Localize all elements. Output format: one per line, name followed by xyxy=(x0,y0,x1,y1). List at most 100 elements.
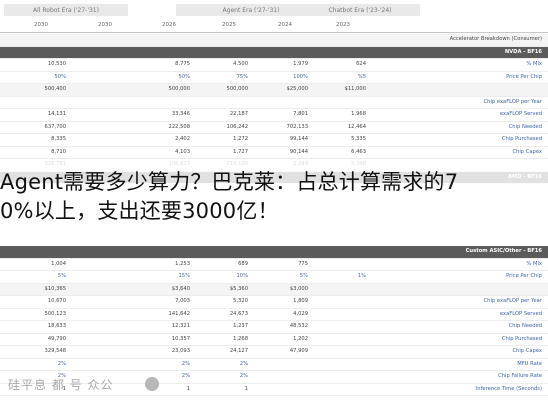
table-cell: 624 xyxy=(356,61,366,67)
table-cell: 2% xyxy=(239,360,248,367)
year-label: 2023 xyxy=(336,22,350,28)
table-cell: 24,673 xyxy=(229,310,248,317)
table-cell: 500,400 xyxy=(44,86,66,92)
table-cell: 4,500 xyxy=(233,61,248,67)
table-cell: 23,093 xyxy=(171,348,190,354)
table-cell: 500,000 xyxy=(168,86,190,92)
table-row: 500,123 141,642 24,673 4,029 exaFLOP Served xyxy=(0,309,548,321)
row-label: Custom ASIC/Other - BF16 xyxy=(465,248,542,254)
section-title-row: Accelerator Breakdown (Consumer) xyxy=(0,34,548,47)
table-cell: $11,000 xyxy=(344,86,366,92)
table-row: 10,670 7,003 5,320 1,809 Chip exaFLOP per Ye… xyxy=(0,296,548,309)
table-cell: 2,402 xyxy=(175,136,190,142)
row-label: Chip exaFLOP per Year xyxy=(483,298,542,304)
headline-line-2: 0%以上，支出还要3000亿！ xyxy=(0,199,279,223)
table-row: 49,790 10,357 1,268 1,202 Chip Purchased xyxy=(0,334,548,346)
table-cell: 1,202 xyxy=(293,335,308,342)
table-cell: 1,727 xyxy=(233,148,248,155)
table-row: $10,365 $3,640 $5,360 $3,000 xyxy=(0,283,548,296)
table-cell: $5,360 xyxy=(229,285,248,292)
spreadsheet-background: All Robot Era ('27-'31) Agent Era ('27-'… xyxy=(0,0,548,400)
table-cell: 2% xyxy=(239,373,248,379)
table-row: 1,004 1,253 689 775 % Mix xyxy=(0,259,548,271)
table-cell: 5% xyxy=(57,273,66,279)
table-cell: 10,670 xyxy=(47,298,66,304)
table-cell: 49,790 xyxy=(47,335,66,342)
table-cell: 50% xyxy=(54,73,66,80)
table-cell: 2% xyxy=(181,373,190,379)
table-cell: 4,103 xyxy=(175,148,190,155)
table-cell: 18,633 xyxy=(47,323,66,329)
table-cell: 1 xyxy=(186,385,190,392)
table-cell: 329,548 xyxy=(44,348,66,354)
table-cell: 7,801 xyxy=(293,111,308,117)
row-label: NVDA - BF16 xyxy=(504,48,542,55)
year-label: 2030 xyxy=(98,22,112,28)
year-label: 2025 xyxy=(222,22,236,28)
table-row: 5% 15% 10% 5% 1% Price Per Chip xyxy=(0,271,548,284)
row-label: exaFLOP Served xyxy=(499,310,542,317)
table-cell: 8,335 xyxy=(51,136,66,142)
table-cell: 99,144 xyxy=(289,136,308,142)
table-cell: 5,320 xyxy=(233,298,248,304)
band-chatbot-era: Chatbot Era ('23-'24) xyxy=(300,4,420,16)
table-cell: 8,775 xyxy=(175,61,190,67)
table-row: Custom ASIC/Other - BF16 xyxy=(0,246,548,259)
table-cell: 1,272 xyxy=(233,136,248,142)
row-label: exaFLOP Served xyxy=(499,111,542,117)
table-cell: 5,335 xyxy=(351,136,366,142)
row-label: Chip Needed xyxy=(508,323,542,329)
table-cell: $10,365 xyxy=(44,285,66,292)
section-title: Accelerator Breakdown (Consumer) xyxy=(449,36,542,42)
table-cell: 4,029 xyxy=(293,310,308,317)
table-cell: 12,464 xyxy=(347,123,366,130)
row-label: Chip exaFLOP per Year xyxy=(483,98,542,105)
table-cell: 141,642 xyxy=(168,310,190,317)
row-label: Price Per Chip xyxy=(506,273,542,279)
row-label: Chip Capex xyxy=(512,148,542,155)
table-cell: 47,909 xyxy=(289,348,308,354)
year-label: 2024 xyxy=(278,22,292,28)
headline-text: Agent需要多少算力？巴克莱：占总计算需求的7 0%以上，支出还要3000亿！ xyxy=(0,168,548,226)
row-label: % Mix xyxy=(526,260,542,267)
table-cell: 12,321 xyxy=(171,323,190,329)
table-cell: 775 xyxy=(298,260,308,267)
table-row: 18,633 12,321 1,237 48,532 Chip Needed xyxy=(0,321,548,334)
table-cell: 90,144 xyxy=(289,148,308,155)
table-cell: 8,710 xyxy=(51,148,66,155)
table-cell: 22,187 xyxy=(229,111,248,117)
table-cell: 500,000 xyxy=(226,86,248,92)
table-row: 50% 50% 75% 100% %5 Price Per Chip xyxy=(0,72,548,84)
table-cell: 1,004 xyxy=(51,260,66,267)
table-cell: 75% xyxy=(236,73,248,80)
row-label: Chip Failure Rate xyxy=(498,373,542,379)
table-cell: 1,237 xyxy=(233,323,248,329)
table-cell: 2% xyxy=(57,360,66,367)
watermark-logo-icon xyxy=(145,377,159,391)
table-cell: 10% xyxy=(236,273,248,279)
table-header: All Robot Era ('27-'31) Agent Era ('27-'… xyxy=(0,0,548,20)
table-cell: 7,003 xyxy=(175,298,190,304)
table-row: 8,710 4,103 1,727 90,144 6,463 Chip Capex xyxy=(0,147,548,159)
table-cell: $3,640 xyxy=(171,285,190,292)
table-cell: 5% xyxy=(299,273,308,279)
row-label: Chip Purchased xyxy=(501,136,542,142)
table-cell: 2% xyxy=(181,360,190,367)
row-label: Chip Needed xyxy=(508,123,542,130)
table-cell: 500,123 xyxy=(44,310,66,317)
year-label: 2026 xyxy=(162,22,176,28)
row-label: Inference Time (Seconds) xyxy=(475,385,542,392)
table-row: 2% 2% 2% MFU Rate xyxy=(0,359,548,371)
table-row: 329,548 23,093 24,127 47,909 Chip Capex xyxy=(0,346,548,359)
table-cell: 689 xyxy=(238,260,248,267)
table-cell: 702,133 xyxy=(286,123,308,130)
table-row: 8,335 2,402 1,272 99,144 5,335 Chip Purchased xyxy=(0,134,548,147)
table-cell: 14,131 xyxy=(47,111,66,117)
year-label: 2030 xyxy=(34,22,48,28)
table-cell: 637,700 xyxy=(44,123,66,130)
row-label: % Mix xyxy=(526,61,542,67)
table-cell: %5 xyxy=(357,73,366,80)
table-cell: 1,809 xyxy=(293,298,308,304)
row-label: Chip Purchased xyxy=(501,335,542,342)
table-cell: 10,530 xyxy=(47,61,66,67)
